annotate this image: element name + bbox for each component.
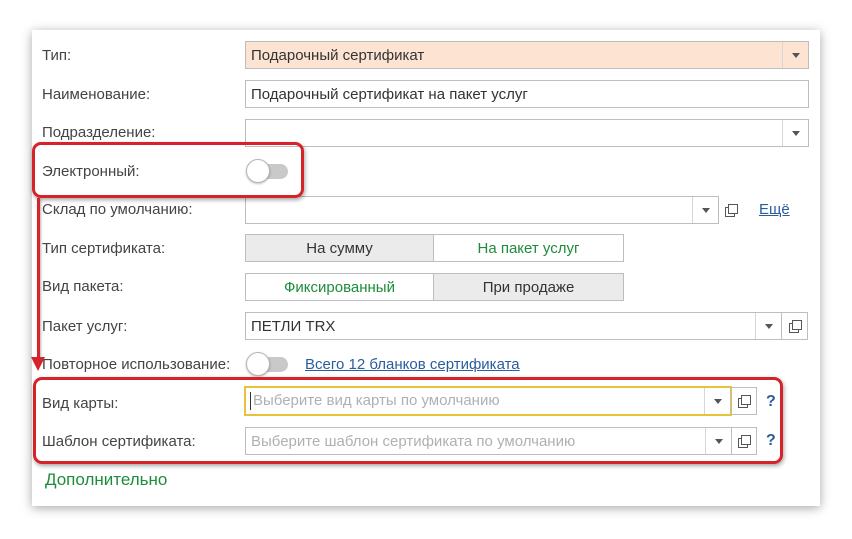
package-kind-fixed-button[interactable]: Фиксированный	[246, 274, 433, 300]
division-dropdown-button[interactable]	[782, 120, 808, 146]
package-kind-on-sale-button[interactable]: При продаже	[433, 274, 623, 300]
warehouse-open-button[interactable]	[719, 196, 743, 224]
open-form-icon	[725, 204, 738, 217]
cert-type-sum-button[interactable]: На сумму	[246, 235, 433, 261]
type-value: Подарочный сертификат	[251, 46, 425, 64]
type-label: Тип:	[42, 47, 72, 64]
package-kind-label: Вид пакета:	[42, 278, 124, 295]
toggle-knob	[246, 352, 270, 376]
cert-type-package-button[interactable]: На пакет услуг	[433, 235, 623, 261]
reuse-toggle[interactable]	[246, 352, 290, 376]
additional-section-link[interactable]: Дополнительно	[45, 470, 167, 490]
warehouse-label: Склад по умолчанию:	[42, 201, 193, 218]
dropdown-arrow-icon	[764, 323, 773, 329]
package-field[interactable]: ПЕТЛИ TRX	[245, 312, 782, 340]
name-value: Подарочный сертификат на пакет услуг	[251, 85, 528, 103]
blanks-link[interactable]: Всего 12 бланков сертификата	[305, 356, 520, 373]
division-field[interactable]	[245, 119, 809, 147]
name-input[interactable]: Подарочный сертификат на пакет услуг	[245, 80, 809, 108]
package-kind-switch: Фиксированный При продаже	[245, 273, 624, 301]
cert-type-switch: На сумму На пакет услуг	[245, 234, 624, 262]
name-label: Наименование:	[42, 86, 151, 103]
type-field[interactable]: Подарочный сертификат	[245, 41, 809, 69]
cert-type-label: Тип сертификата:	[42, 240, 166, 257]
open-form-icon	[788, 320, 802, 333]
more-link[interactable]: Ещё	[759, 201, 790, 218]
reuse-label: Повторное использование:	[42, 356, 231, 373]
package-open-button[interactable]	[781, 312, 808, 340]
annotation-arrow-head-icon	[31, 357, 45, 371]
package-label: Пакет услуг:	[42, 318, 128, 335]
annotation-arrow-line	[37, 198, 40, 361]
dropdown-arrow-icon	[791, 52, 800, 58]
warehouse-dropdown-button[interactable]	[692, 197, 718, 223]
annotation-highlight-card-fields	[33, 377, 783, 464]
package-dropdown-button[interactable]	[755, 313, 781, 339]
package-value: ПЕТЛИ TRX	[251, 317, 336, 335]
division-label: Подразделение:	[42, 124, 156, 141]
annotation-highlight-electronic	[32, 142, 304, 198]
warehouse-field[interactable]	[245, 196, 719, 224]
type-dropdown-button[interactable]	[782, 42, 808, 68]
dropdown-arrow-icon	[701, 207, 710, 213]
dropdown-arrow-icon	[791, 130, 800, 136]
